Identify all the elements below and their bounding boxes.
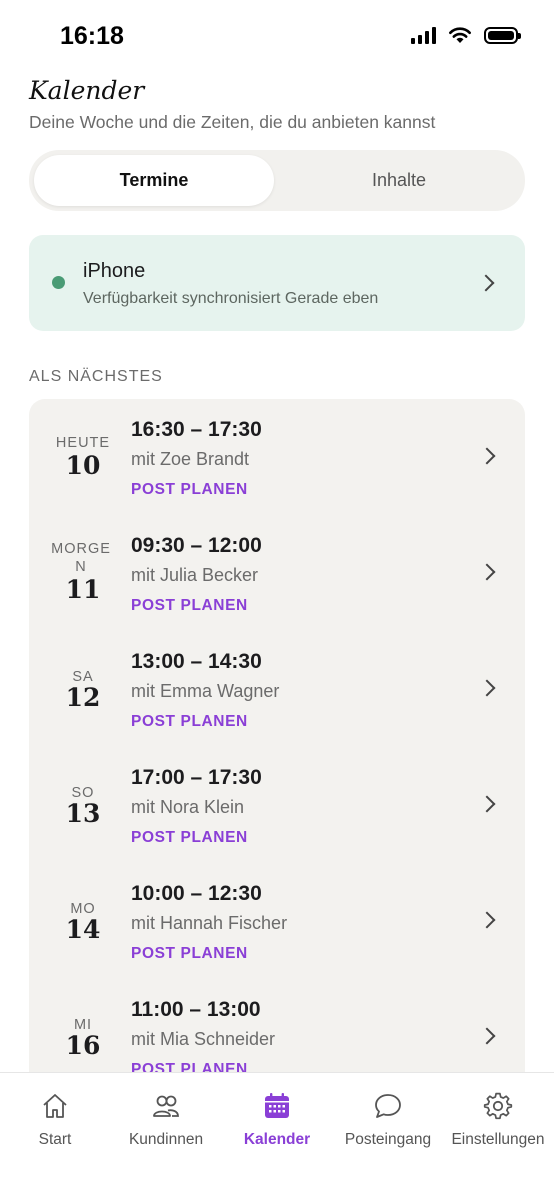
plan-post-button[interactable]: POST PLANEN bbox=[131, 597, 248, 615]
appointment-time: 16:30 – 17:30 bbox=[131, 418, 262, 441]
sync-status-text: Verfügbarkeit synchronisiert Gerade eben bbox=[83, 290, 379, 307]
appointment-day: HEUTE bbox=[55, 435, 111, 451]
tab-label: Einstellungen bbox=[451, 1131, 545, 1148]
chevron-right-icon bbox=[478, 563, 496, 581]
appointment-row[interactable]: SA 12 13:00 – 14:30 mit Emma Wagner POST… bbox=[29, 631, 525, 747]
calendar-icon bbox=[265, 1093, 289, 1118]
appointment-date: 12 bbox=[65, 683, 101, 712]
appointment-client: mit Hannah Fischer bbox=[131, 913, 288, 933]
page-title: Kalender bbox=[29, 76, 145, 105]
tab-label: Start bbox=[38, 1131, 72, 1148]
appointment-time: 10:00 – 12:30 bbox=[131, 882, 262, 905]
appointment-time: 17:00 – 17:30 bbox=[131, 766, 262, 789]
appointment-client: mit Mia Schneider bbox=[131, 1029, 276, 1049]
plan-post-button[interactable]: POST PLANEN bbox=[131, 945, 248, 963]
segmented-control: Termine Inhalte bbox=[29, 150, 525, 211]
tab-bar: Start Kundinnen Kalender Posteingang Ein… bbox=[0, 1072, 554, 1200]
calendar-sync-card[interactable]: iPhone Verfügbarkeit synchronisiert Gera… bbox=[29, 235, 525, 331]
tab-kalender[interactable]: Kalender bbox=[222, 1091, 332, 1151]
status-time: 16:18 bbox=[60, 22, 124, 50]
chevron-right-icon bbox=[478, 679, 496, 697]
chevron-right-icon bbox=[478, 1027, 496, 1045]
appointment-time: 13:00 – 14:30 bbox=[131, 650, 262, 673]
segment-termine[interactable]: Termine bbox=[34, 155, 274, 206]
chevron-right-icon bbox=[478, 447, 496, 465]
plan-post-button[interactable]: POST PLANEN bbox=[131, 713, 248, 731]
tab-label: Kalender bbox=[243, 1131, 311, 1148]
tab-start[interactable]: Start bbox=[0, 1091, 110, 1151]
sync-status-dot bbox=[52, 276, 65, 289]
page-subtitle: Deine Woche und die Zeiten, die du anbie… bbox=[29, 112, 436, 132]
tab-label: Kundinnen bbox=[128, 1131, 204, 1148]
chevron-right-icon bbox=[477, 274, 495, 292]
home-icon bbox=[43, 1094, 67, 1118]
tab-posteingang[interactable]: Posteingang bbox=[333, 1091, 443, 1151]
gear-icon bbox=[483, 1092, 513, 1120]
status-bar: 16:18 bbox=[0, 0, 554, 72]
appointment-row[interactable]: HEUTE 10 16:30 – 17:30 mit Zoe Brandt PO… bbox=[29, 399, 525, 515]
appointment-list: HEUTE 10 16:30 – 17:30 mit Zoe Brandt PO… bbox=[29, 399, 525, 1099]
battery-icon bbox=[484, 26, 521, 44]
chevron-right-icon bbox=[478, 795, 496, 813]
appointment-time: 09:30 – 12:00 bbox=[131, 534, 262, 557]
appointment-row[interactable]: MORGEN 11 09:30 – 12:00 mit Julia Becker… bbox=[29, 515, 525, 631]
tab-kundinnen[interactable]: Kundinnen bbox=[111, 1091, 221, 1151]
appointment-date: 11 bbox=[65, 575, 101, 604]
segment-inhalte[interactable]: Inhalte bbox=[279, 155, 519, 206]
plan-post-button[interactable]: POST PLANEN bbox=[131, 481, 248, 499]
appointment-row[interactable]: MO 14 10:00 – 12:30 mit Hannah Fischer P… bbox=[29, 863, 525, 979]
appointment-date: 14 bbox=[65, 915, 101, 944]
status-icons bbox=[411, 26, 521, 44]
appointment-client: mit Emma Wagner bbox=[131, 681, 280, 701]
appointment-date: 10 bbox=[65, 451, 101, 480]
appointment-time: 11:00 – 13:00 bbox=[131, 998, 261, 1021]
appointment-date: 16 bbox=[65, 1031, 101, 1060]
sync-device-name: iPhone bbox=[83, 260, 146, 282]
section-label-upcoming: ALS NÄCHSTES bbox=[29, 368, 163, 385]
appointment-client: mit Julia Becker bbox=[131, 565, 259, 585]
tab-label: Posteingang bbox=[344, 1131, 432, 1148]
tab-einstellungen[interactable]: Einstellungen bbox=[443, 1091, 553, 1151]
cellular-signal-icon bbox=[411, 26, 436, 44]
chat-bubble-icon bbox=[375, 1094, 401, 1118]
plan-post-button[interactable]: POST PLANEN bbox=[131, 829, 248, 847]
appointment-date: 13 bbox=[65, 799, 101, 828]
appointment-day: MORGEN bbox=[51, 541, 111, 575]
people-icon bbox=[153, 1095, 179, 1117]
wifi-icon bbox=[449, 27, 471, 43]
appointment-client: mit Nora Klein bbox=[131, 797, 245, 817]
appointment-client: mit Zoe Brandt bbox=[131, 449, 250, 469]
appointment-row[interactable]: SO 13 17:00 – 17:30 mit Nora Klein POST … bbox=[29, 747, 525, 863]
chevron-right-icon bbox=[478, 911, 496, 929]
